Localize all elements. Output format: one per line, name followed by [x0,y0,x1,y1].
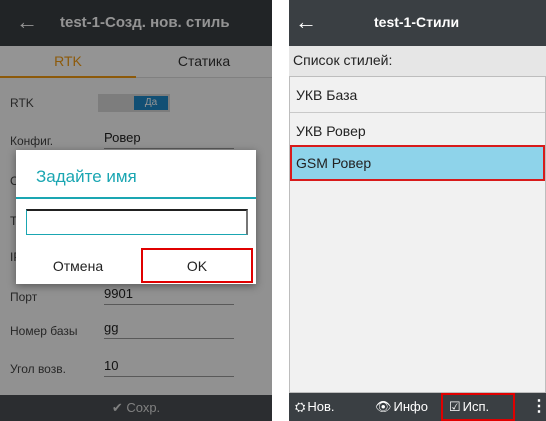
bottom-toolbar: ⛭ Нов. 👁 Инфо ☑ Исп. ⋮ [289,393,546,421]
styles-list: УКВ База УКВ Ровер GSM Ровер [289,76,546,393]
new-label: Нов. [307,399,335,414]
name-dialog: Задайте имя Отмена OK [16,150,256,284]
cancel-button[interactable]: Отмена [16,248,140,284]
new-button[interactable]: ⛭ Нов. [295,393,335,421]
back-arrow-icon[interactable]: ← [295,10,317,34]
styles-list-screen: ← test-1-Стили Список стилей: УКВ База У… [289,0,546,421]
list-item-vhf-base[interactable]: УКВ База [290,77,545,113]
dialog-title: Задайте имя [36,167,137,186]
list-header: Список стилей: [289,46,546,76]
use-label: Исп. [462,399,490,414]
list-item-gsm-rover[interactable]: GSM Ровер [290,145,545,181]
checkbox-icon: ☑ [449,399,461,414]
add-style-icon: ⛭ [295,399,306,414]
info-label: Инфо [393,399,428,414]
create-style-screen: ← test-1-Созд. нов. стиль RTK Статика RT… [0,0,272,421]
eye-icon: 👁 [375,399,392,414]
use-button[interactable]: ☑ Исп. [441,393,515,421]
overflow-menu-icon[interactable]: ⋮ [531,393,546,421]
top-app-bar: ← test-1-Стили [289,0,546,46]
list-item-vhf-rover[interactable]: УКВ Ровер [290,113,545,149]
dialog-divider [16,197,256,199]
info-button[interactable]: 👁 Инфо [375,393,428,421]
ok-button[interactable]: OK [141,248,253,283]
name-input[interactable] [26,209,248,235]
screen-title: test-1-Стили [374,14,460,30]
